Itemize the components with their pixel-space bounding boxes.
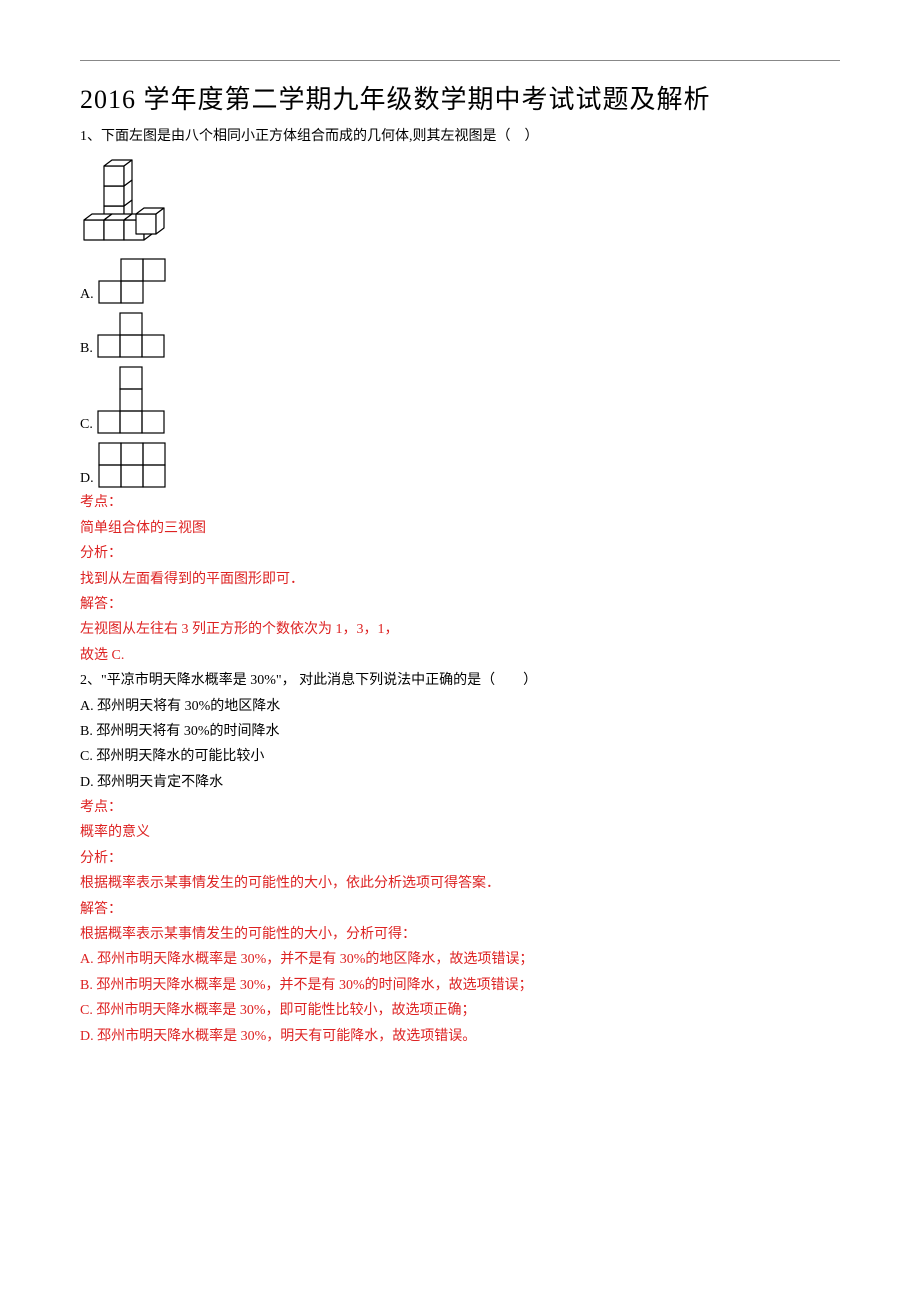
q1-stem: 1、下面左图是由八个相同小正方体组合而成的几何体,则其左视图是（ ） <box>80 126 840 148</box>
q2-fenxi-label: 分析： <box>80 848 840 870</box>
q1-jieda-label: 解答： <box>80 594 840 616</box>
q2-option-b: B. 邳州明天将有 30%的时间降水 <box>80 721 840 743</box>
q1-solid-figure <box>80 154 180 250</box>
q1-jieda-text2: 故选 C. <box>80 645 840 667</box>
q1-option-b-row: B. <box>80 310 840 358</box>
q2-option-c: C. 邳州明天降水的可能比较小 <box>80 746 840 768</box>
q2-jieda-d: D. 邳州市明天降水概率是 30%，明天有可能降水，故选项错误。 <box>80 1026 840 1048</box>
q1-option-a-row: A. <box>80 256 840 304</box>
q2-jieda-b: B. 邳州市明天降水概率是 30%，并不是有 30%的时间降水，故选项错误； <box>80 975 840 997</box>
q1-option-a-label: A. <box>80 288 94 304</box>
q1-option-d-row: D. <box>80 440 840 488</box>
q1-fenxi-label: 分析： <box>80 543 840 565</box>
q2-kaodian-label: 考点： <box>80 797 840 819</box>
q1-option-c-row: C. <box>80 364 840 434</box>
page-title: 2016 学年度第二学期九年级数学期中考试试题及解析 <box>80 79 840 116</box>
q1-option-b-figure <box>97 310 169 358</box>
q2-jieda-text1: 根据概率表示某事情发生的可能性的大小，分析可得： <box>80 924 840 946</box>
q2-stem: 2、"平凉市明天降水概率是 30%"， 对此消息下列说法中正确的是（ ） <box>80 670 840 692</box>
q1-option-d-label: D. <box>80 472 94 488</box>
q1-option-b-label: B. <box>80 342 93 358</box>
q1-option-c-figure <box>97 364 169 434</box>
q2-option-a: A. 邳州明天将有 30%的地区降水 <box>80 696 840 718</box>
q2-kaodian-text: 概率的意义 <box>80 822 840 844</box>
top-rule <box>80 60 840 61</box>
q1-jieda-text1: 左视图从左往右 3 列正方形的个数依次为 1，3，1， <box>80 619 840 641</box>
q1-kaodian-text: 简单组合体的三视图 <box>80 518 840 540</box>
q1-option-a-figure <box>98 256 170 304</box>
q2-jieda-a: A. 邳州市明天降水概率是 30%，并不是有 30%的地区降水，故选项错误； <box>80 949 840 971</box>
q1-option-c-label: C. <box>80 418 93 434</box>
q1-fenxi-text: 找到从左面看得到的平面图形即可． <box>80 569 840 591</box>
q2-jieda-label: 解答： <box>80 899 840 921</box>
q1-kaodian-label: 考点： <box>80 492 840 514</box>
page: 2016 学年度第二学期九年级数学期中考试试题及解析 1、下面左图是由八个相同小… <box>0 0 920 1091</box>
q1-option-d-figure <box>98 440 170 488</box>
q2-jieda-c: C. 邳州市明天降水概率是 30%，即可能性比较小，故选项正确； <box>80 1000 840 1022</box>
q2-fenxi-text: 根据概率表示某事情发生的可能性的大小，依此分析选项可得答案． <box>80 873 840 895</box>
q2-option-d: D. 邳州明天肯定不降水 <box>80 772 840 794</box>
